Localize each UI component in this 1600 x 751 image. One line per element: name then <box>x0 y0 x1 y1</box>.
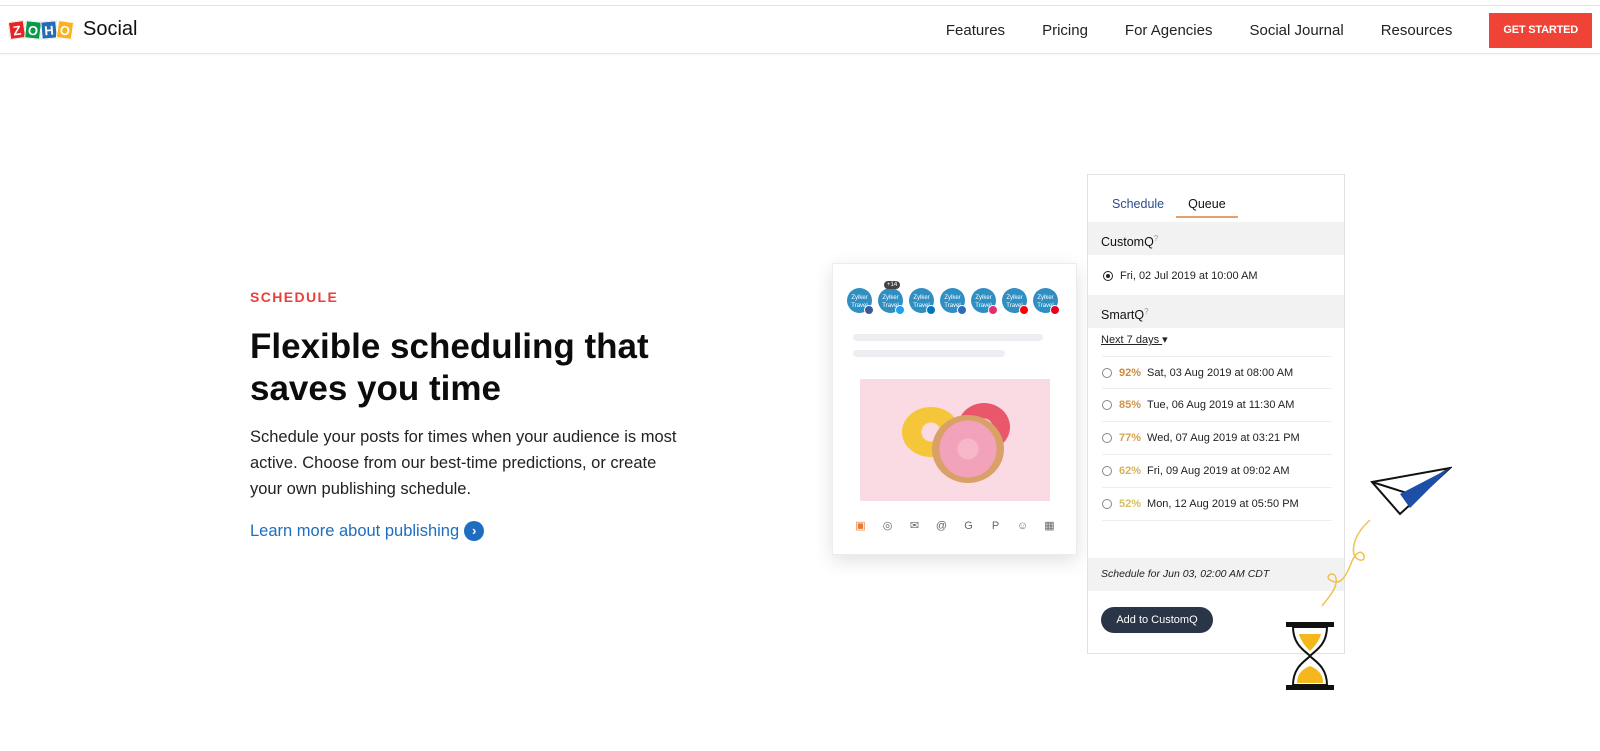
mail-icon[interactable]: ✉ <box>907 519 922 534</box>
pink-donut <box>932 415 1004 483</box>
nav-resources[interactable]: Resources <box>1381 22 1453 39</box>
count-badge: +14 <box>884 281 901 289</box>
compose-card: Zylker Travel +14 Zylker Travel Zylker Tr… <box>832 263 1077 555</box>
avatar[interactable]: Zylker Travel <box>1002 288 1029 315</box>
slot-time: Mon, 12 Aug 2019 at 05:50 PM <box>1147 498 1299 510</box>
main-nav: Features Pricing For Agencies Social Jou… <box>946 6 1600 54</box>
nav-features[interactable]: Features <box>946 22 1005 39</box>
tab-schedule[interactable]: Schedule <box>1112 197 1164 218</box>
section-description: Schedule your posts for times when your … <box>250 428 677 498</box>
help-icon[interactable]: ? <box>1154 234 1158 243</box>
instagram-icon <box>988 305 998 315</box>
avatar[interactable]: Zylker Travel <box>971 288 998 315</box>
location-icon[interactable]: ◎ <box>880 519 895 534</box>
image-icon[interactable]: ▣ <box>853 519 868 534</box>
smartq-header: SmartQ? <box>1088 295 1344 328</box>
profile-avatars: Zylker Travel +14 Zylker Travel Zylker Tr… <box>847 281 1060 315</box>
slot-time: Wed, 07 Aug 2019 at 03:21 PM <box>1147 432 1300 444</box>
slot-score: 52% <box>1119 498 1142 510</box>
compose-toolbar: ▣ ◎ ✉ @ G P ☺ ▦ <box>853 519 1057 534</box>
nav-pricing[interactable]: Pricing <box>1042 22 1088 39</box>
facebook-icon <box>864 305 874 315</box>
donut-image <box>860 379 1050 501</box>
smartq-slot[interactable]: 92% Sat, 03 Aug 2019 at 08:00 AM <box>1102 356 1332 389</box>
schedule-panel: Schedule Queue CustomQ? Fri, 02 Jul 2019… <box>1087 174 1345 654</box>
avatar[interactable]: +14 Zylker Travel <box>878 281 905 315</box>
customq-header: CustomQ? <box>1088 222 1344 255</box>
nav-social-journal[interactable]: Social Journal <box>1249 22 1343 39</box>
radio[interactable] <box>1102 499 1112 510</box>
zoho-logo-icon: ZOHO <box>7 19 75 40</box>
mention-icon[interactable]: @ <box>934 519 949 534</box>
smartq-slot[interactable]: 85% Tue, 06 Aug 2019 at 11:30 AM <box>1102 389 1332 422</box>
pinterest-icon <box>1050 305 1060 315</box>
learn-more-link[interactable]: Learn more about publishing › <box>250 521 485 541</box>
help-icon[interactable]: ? <box>1144 307 1148 316</box>
radio[interactable] <box>1102 400 1112 411</box>
squiggle-line-icon <box>1321 519 1371 607</box>
avatar[interactable]: Zylker Travel <box>847 288 874 315</box>
add-to-customq-button[interactable]: Add to CustomQ <box>1101 607 1213 633</box>
linkedin-page-icon <box>957 305 967 315</box>
youtube-icon <box>1019 305 1029 315</box>
text-placeholder-line <box>853 334 1043 341</box>
range-dropdown[interactable]: Next 7 days ▾ <box>1101 333 1168 346</box>
slot-time: Tue, 06 Aug 2019 at 11:30 AM <box>1147 399 1295 411</box>
nav-for-agencies[interactable]: For Agencies <box>1125 22 1213 39</box>
smartq-slot[interactable]: 52% Mon, 12 Aug 2019 at 05:50 PM <box>1102 488 1332 521</box>
customq-slot[interactable]: Fri, 02 Jul 2019 at 10:00 AM <box>1103 270 1258 282</box>
google-icon[interactable]: G <box>961 519 976 534</box>
radio[interactable] <box>1102 433 1112 444</box>
customq-label: CustomQ <box>1101 235 1154 250</box>
emoji-icon[interactable]: ☺ <box>1015 519 1030 534</box>
twitter-icon <box>895 305 905 315</box>
avatar[interactable]: Zylker Travel <box>1033 288 1060 315</box>
slot-score: 77% <box>1119 432 1142 444</box>
learn-more-label: Learn more about publishing <box>250 521 460 540</box>
smartq-slot[interactable]: 62% Fri, 09 Aug 2019 at 09:02 AM <box>1102 455 1332 488</box>
brand-name: Social <box>83 18 138 40</box>
slot-time: Fri, 09 Aug 2019 at 09:02 AM <box>1147 465 1290 477</box>
panel-tabs: Schedule Queue <box>1112 197 1238 218</box>
pinterest-icon[interactable]: P <box>988 519 1003 534</box>
slot-score: 92% <box>1119 367 1142 379</box>
smartq-label: SmartQ <box>1101 308 1145 323</box>
section-eyebrow: SCHEDULE <box>250 289 339 305</box>
linkedin-icon <box>926 305 936 315</box>
chevron-right-icon: › <box>464 521 485 541</box>
avatar[interactable]: Zylker Travel <box>909 288 936 315</box>
tab-queue[interactable]: Queue <box>1176 197 1238 218</box>
text-placeholder-line <box>853 350 1005 357</box>
hourglass-icon <box>1286 622 1334 690</box>
radio-selected[interactable] <box>1103 271 1113 282</box>
range-label: Next 7 days <box>1101 334 1160 346</box>
slot-score: 85% <box>1119 399 1142 411</box>
caret-down-icon: ▾ <box>1162 334 1168 346</box>
customq-slot-time: Fri, 02 Jul 2019 at 10:00 AM <box>1120 270 1258 282</box>
smartq-slot[interactable]: 77% Wed, 07 Aug 2019 at 03:21 PM <box>1102 422 1332 455</box>
zoho-social-logo[interactable]: ZOHO Social <box>7 18 138 41</box>
get-started-button[interactable]: GET STARTED <box>1489 12 1592 48</box>
avatar[interactable]: Zylker Travel <box>940 288 967 315</box>
site-header: ZOHO Social Features Pricing For Agencie… <box>0 6 1600 54</box>
radio[interactable] <box>1102 466 1112 477</box>
ai-icon[interactable]: ▦ <box>1042 519 1057 534</box>
slot-time: Sat, 03 Aug 2019 at 08:00 AM <box>1147 367 1294 379</box>
paper-plane-icon <box>1370 466 1452 516</box>
slot-score: 62% <box>1119 465 1142 477</box>
schedule-for-label: Schedule for Jun 03, 02:00 AM CDT <box>1088 558 1344 591</box>
radio[interactable] <box>1102 368 1112 379</box>
section-title: Flexible scheduling that saves you time <box>250 327 649 408</box>
